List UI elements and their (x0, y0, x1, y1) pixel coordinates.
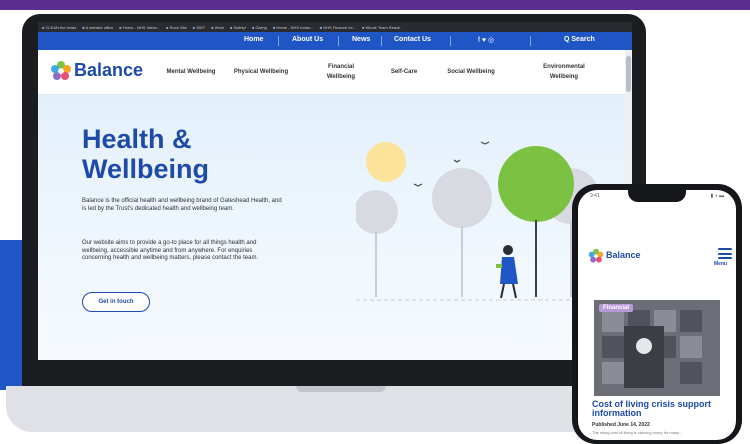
phone-screen: 9:41 ▮ ◖ ▬ Balance Menu Financial Cost o… (578, 190, 736, 440)
bird-icon (480, 141, 490, 145)
balance-logo-icon[interactable] (588, 248, 604, 264)
bookmark-item[interactable]: Safety! (230, 25, 246, 30)
bookmark-item[interactable]: A website office (82, 25, 114, 30)
phone-status-icons: ▮ ◖ ▬ (710, 193, 724, 199)
nav-separator (278, 36, 279, 46)
site-header: Balance Mental Wellbeing Physical Wellbe… (38, 50, 632, 95)
article-image[interactable]: Financial (594, 300, 720, 396)
nav-separator (450, 36, 451, 46)
scrollbar-thumb[interactable] (626, 56, 631, 92)
menu-environmental-wellbeing[interactable]: Environmental Wellbeing (534, 62, 594, 82)
grey-tree-illustration (356, 190, 398, 234)
hero-title: Health & Wellbeing (82, 124, 282, 184)
get-in-touch-button[interactable]: Get in touch (82, 292, 150, 312)
purple-top-band (0, 0, 750, 10)
article-date: Published June 14, 2022 (592, 422, 650, 428)
top-navigation-bar: Home About Us News Contact Us f ♥ ◎ Q Se… (38, 32, 632, 50)
menu-mental-wellbeing[interactable]: Mental Wellbeing (156, 67, 226, 77)
phone-status-time: 9:41 (590, 193, 600, 199)
nav-separator (338, 36, 339, 46)
phone-logo-text[interactable]: Balance (606, 250, 641, 260)
hamburger-menu-icon[interactable] (718, 248, 732, 262)
bookmark-item[interactable]: Home - NHS Intran... (119, 25, 160, 30)
green-tree-illustration (498, 146, 574, 222)
bookmark-item[interactable]: SWT (193, 25, 205, 30)
bird-icon (413, 183, 423, 187)
balance-logo-icon[interactable] (50, 60, 72, 82)
bookmark-item[interactable]: CLEAN the hosts (42, 25, 77, 30)
category-badge[interactable]: Financial (599, 304, 634, 312)
menu-financial-wellbeing[interactable]: Financial Wellbeing (316, 62, 366, 82)
search-button[interactable]: Q Search (564, 36, 595, 43)
building-photo (594, 300, 720, 396)
bookmark-item[interactable]: Whole Team Reach (362, 25, 401, 30)
bird-icon (453, 159, 461, 163)
menu-label[interactable]: Menu (714, 261, 727, 267)
hero-title-line: Health & (82, 124, 192, 154)
phone-frame: 9:41 ▮ ◖ ▬ Balance Menu Financial Cost o… (572, 184, 742, 444)
sun-illustration (366, 142, 406, 182)
hero-title-line: Wellbeing (82, 154, 210, 184)
menu-self-care[interactable]: Self-Care (376, 67, 432, 77)
bookmark-item[interactable]: Work (211, 25, 224, 30)
social-icons[interactable]: f ♥ ◎ (478, 36, 494, 44)
walking-person-illustration (496, 245, 518, 299)
balance-logo-text[interactable]: Balance (74, 60, 143, 81)
hero-description-paragraph: Our website aims to provide a go-to plac… (82, 240, 259, 262)
grey-tree-illustration (432, 168, 492, 228)
laptop-base-notch (296, 386, 386, 392)
nav-contact-us[interactable]: Contact Us (394, 36, 431, 43)
hero-intro-paragraph: Balance is the official health and wellb… (82, 198, 282, 212)
phone-notch (628, 190, 686, 202)
bookmark-item[interactable]: Home - NHS Intran... (273, 25, 313, 30)
bookmark-item[interactable]: NHS Finance Int... (320, 25, 356, 30)
article-title[interactable]: Cost of living crisis support informatio… (592, 400, 732, 418)
menu-physical-wellbeing[interactable]: Physical Wellbeing (226, 67, 296, 77)
laptop-screen: CLEAN the hosts A website office Home - … (38, 22, 632, 360)
bookmark-item[interactable]: Rock Site (166, 25, 187, 30)
nav-home[interactable]: Home (244, 36, 263, 43)
bookmark-item[interactable]: Giving (252, 25, 267, 30)
nav-separator (530, 36, 531, 46)
bookmarks-bar: CLEAN the hosts A website office Home - … (38, 22, 632, 32)
nav-about-us[interactable]: About Us (292, 36, 323, 43)
menu-social-wellbeing[interactable]: Social Wellbeing (436, 67, 506, 77)
article-snippet: The rising cost of living is causing wor… (592, 430, 683, 435)
nav-news[interactable]: News (352, 36, 370, 43)
nav-separator (381, 36, 382, 46)
